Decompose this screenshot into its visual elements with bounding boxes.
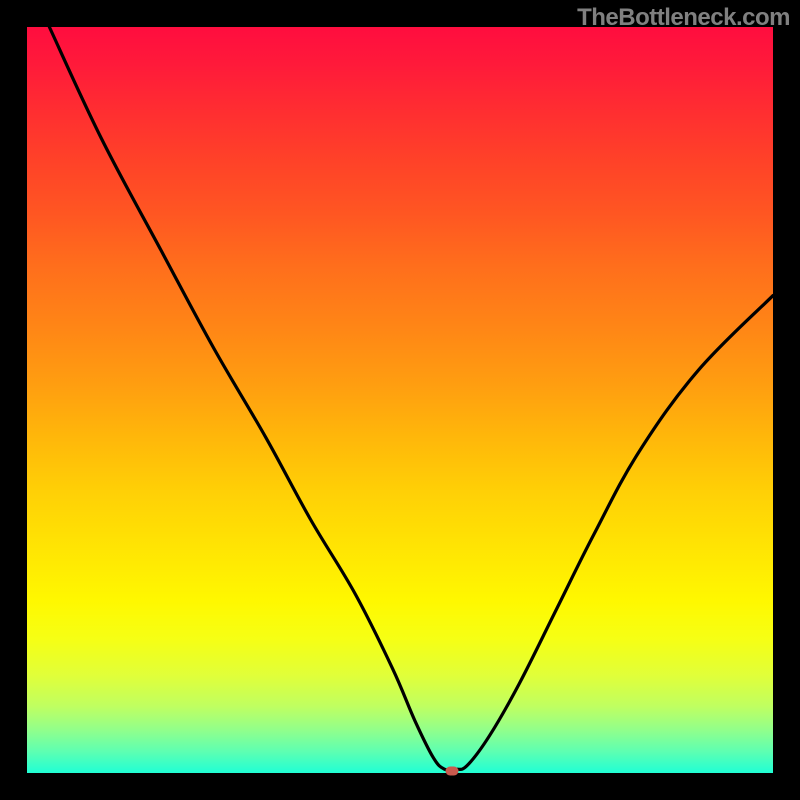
optimal-point-marker [446, 766, 459, 775]
watermark-text: TheBottleneck.com [577, 4, 790, 32]
chart-curve-svg [27, 27, 773, 773]
bottleneck-curve [49, 27, 773, 770]
